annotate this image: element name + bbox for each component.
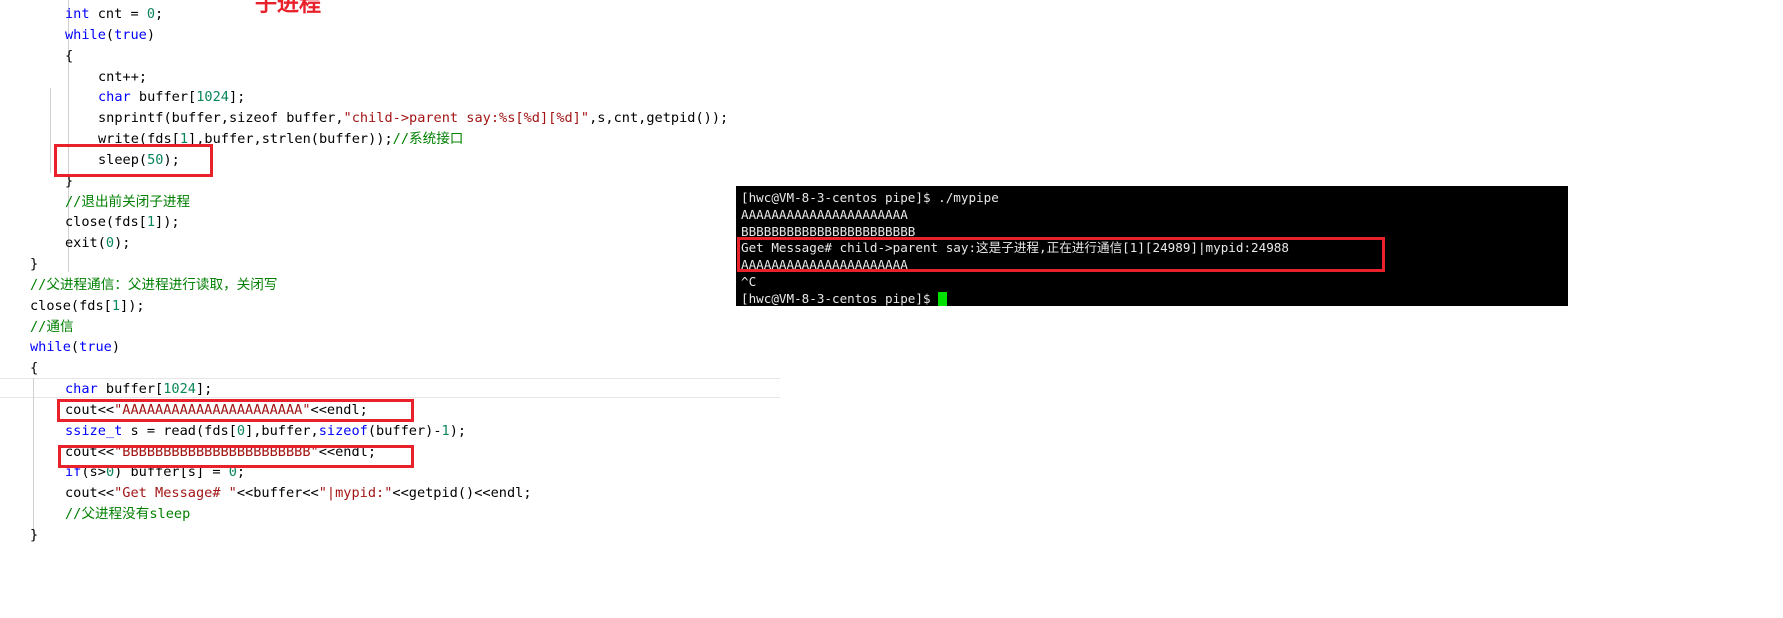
code-token: cnt++; [98, 68, 148, 85]
code-token: cnt = [89, 6, 147, 22]
code-token: (buffer)- [367, 422, 442, 439]
code-line: cnt++; [98, 67, 147, 88]
code-token: ]); [120, 297, 145, 314]
code-token: ); [114, 235, 131, 252]
terminal-prompt-line: [hwc@VM-8-3-centos pipe]$ [736, 291, 1568, 308]
terminal-line: [hwc@VM-8-3-centos pipe]$ ./mypipe [741, 190, 999, 205]
code-token: 0 [236, 422, 246, 439]
code-token: while [30, 339, 71, 356]
highlight-box-cout-b [58, 445, 414, 468]
code-token: { [30, 360, 39, 377]
code-token: { [65, 47, 74, 64]
code-token: s = read(fds[ [122, 422, 237, 439]
code-line: snprintf(buffer,sizeof buffer,"child->pa… [98, 108, 728, 129]
code-token: char [98, 89, 131, 106]
code-token: } [30, 527, 39, 543]
highlight-box-cout-a [57, 399, 414, 422]
code-token: exit( [65, 235, 106, 252]
terminal-cursor [938, 292, 948, 307]
code-line: int cnt = 0; [65, 4, 163, 25]
code-token: sizeof [318, 422, 368, 439]
code-token: } [30, 256, 39, 273]
highlight-box-sleep [54, 144, 213, 177]
code-line: close(fds[1]); [30, 296, 145, 317]
code-line: //父进程没有sleep [65, 504, 190, 525]
annotation-title: 子进程 [255, 0, 322, 17]
code-line: { [65, 46, 73, 67]
code-line: exit(0); [65, 233, 130, 254]
highlight-box-terminal-output [737, 237, 1385, 272]
code-token: 0 [105, 235, 115, 252]
indent-guide [50, 88, 51, 173]
code-token: ]; [228, 89, 246, 106]
code-token: ( [70, 339, 80, 356]
code-token: ssize_t [65, 422, 123, 439]
code-token: 1024 [163, 381, 196, 398]
code-line: char buffer[1024]; [65, 379, 212, 400]
code-token: ) [111, 339, 121, 356]
code-token: //系统接口 [392, 131, 464, 148]
code-token: //父进程通信：父进程进行读取，关闭写 [30, 276, 278, 293]
code-token: ]); [155, 214, 180, 231]
code-line: char buffer[1024]; [98, 87, 245, 108]
code-token: ]; [195, 381, 213, 398]
code-token: 1 [111, 297, 121, 314]
code-token: true [114, 26, 147, 43]
code-token: true [79, 339, 112, 356]
code-token: 0 [146, 6, 156, 22]
code-token: while [65, 26, 106, 43]
code-token: "Get Message# " [114, 485, 237, 502]
code-token: buffer[ [97, 381, 164, 398]
code-token: buffer[ [130, 89, 197, 106]
code-line: cout<<"Get Message# "<<buffer<<"|mypid:"… [65, 483, 532, 504]
code-token: "child->parent say:%s[%d][%d]" [343, 110, 590, 127]
code-line: close(fds[1]); [65, 212, 180, 233]
code-token: ],buffer,strlen(buffer)); [188, 131, 393, 148]
code-token: ],buffer, [245, 422, 319, 439]
code-token: ; [155, 6, 164, 22]
code-token: //通信 [30, 318, 74, 335]
code-token: char [65, 381, 98, 398]
code-token: ,s,cnt,getpid()); [589, 110, 729, 127]
code-token: ) [146, 26, 156, 43]
code-line: } [30, 254, 38, 275]
code-token: "|mypid:" [318, 485, 393, 502]
code-token: snprintf(buffer,sizeof buffer, [98, 110, 344, 127]
code-token: ); [449, 422, 467, 439]
code-token: 1024 [196, 89, 229, 106]
code-line: //退出前关闭子进程 [65, 192, 190, 213]
code-token: close(fds[ [65, 214, 147, 231]
code-line: //父进程通信：父进程进行读取，关闭写 [30, 275, 277, 296]
code-token: 1 [441, 422, 450, 439]
code-token: ( [105, 26, 115, 43]
code-token: <<getpid()<<endl; [392, 485, 532, 502]
code-token: //父进程没有sleep [65, 506, 191, 523]
indent-guide [33, 378, 34, 540]
code-token: //退出前关闭子进程 [65, 193, 191, 210]
code-line: ssize_t s = read(fds[0],buffer,sizeof(bu… [65, 421, 466, 442]
terminal-prompt: [hwc@VM-8-3-centos pipe]$ [741, 290, 939, 306]
code-token: 1 [146, 214, 156, 231]
code-token: <<buffer<< [236, 485, 319, 502]
code-line: while(true) [30, 337, 120, 358]
code-line: while(true) [65, 25, 155, 46]
terminal-line: ^C [741, 273, 757, 289]
code-line: { [30, 358, 38, 379]
code-token: int [65, 6, 90, 22]
code-token: cout<< [65, 485, 115, 502]
terminal-line: AAAAAAAAAAAAAAAAAAAAAA [741, 206, 908, 222]
code-line: //通信 [30, 317, 74, 338]
code-line: } [30, 525, 38, 546]
code-token: close(fds[ [30, 297, 112, 314]
